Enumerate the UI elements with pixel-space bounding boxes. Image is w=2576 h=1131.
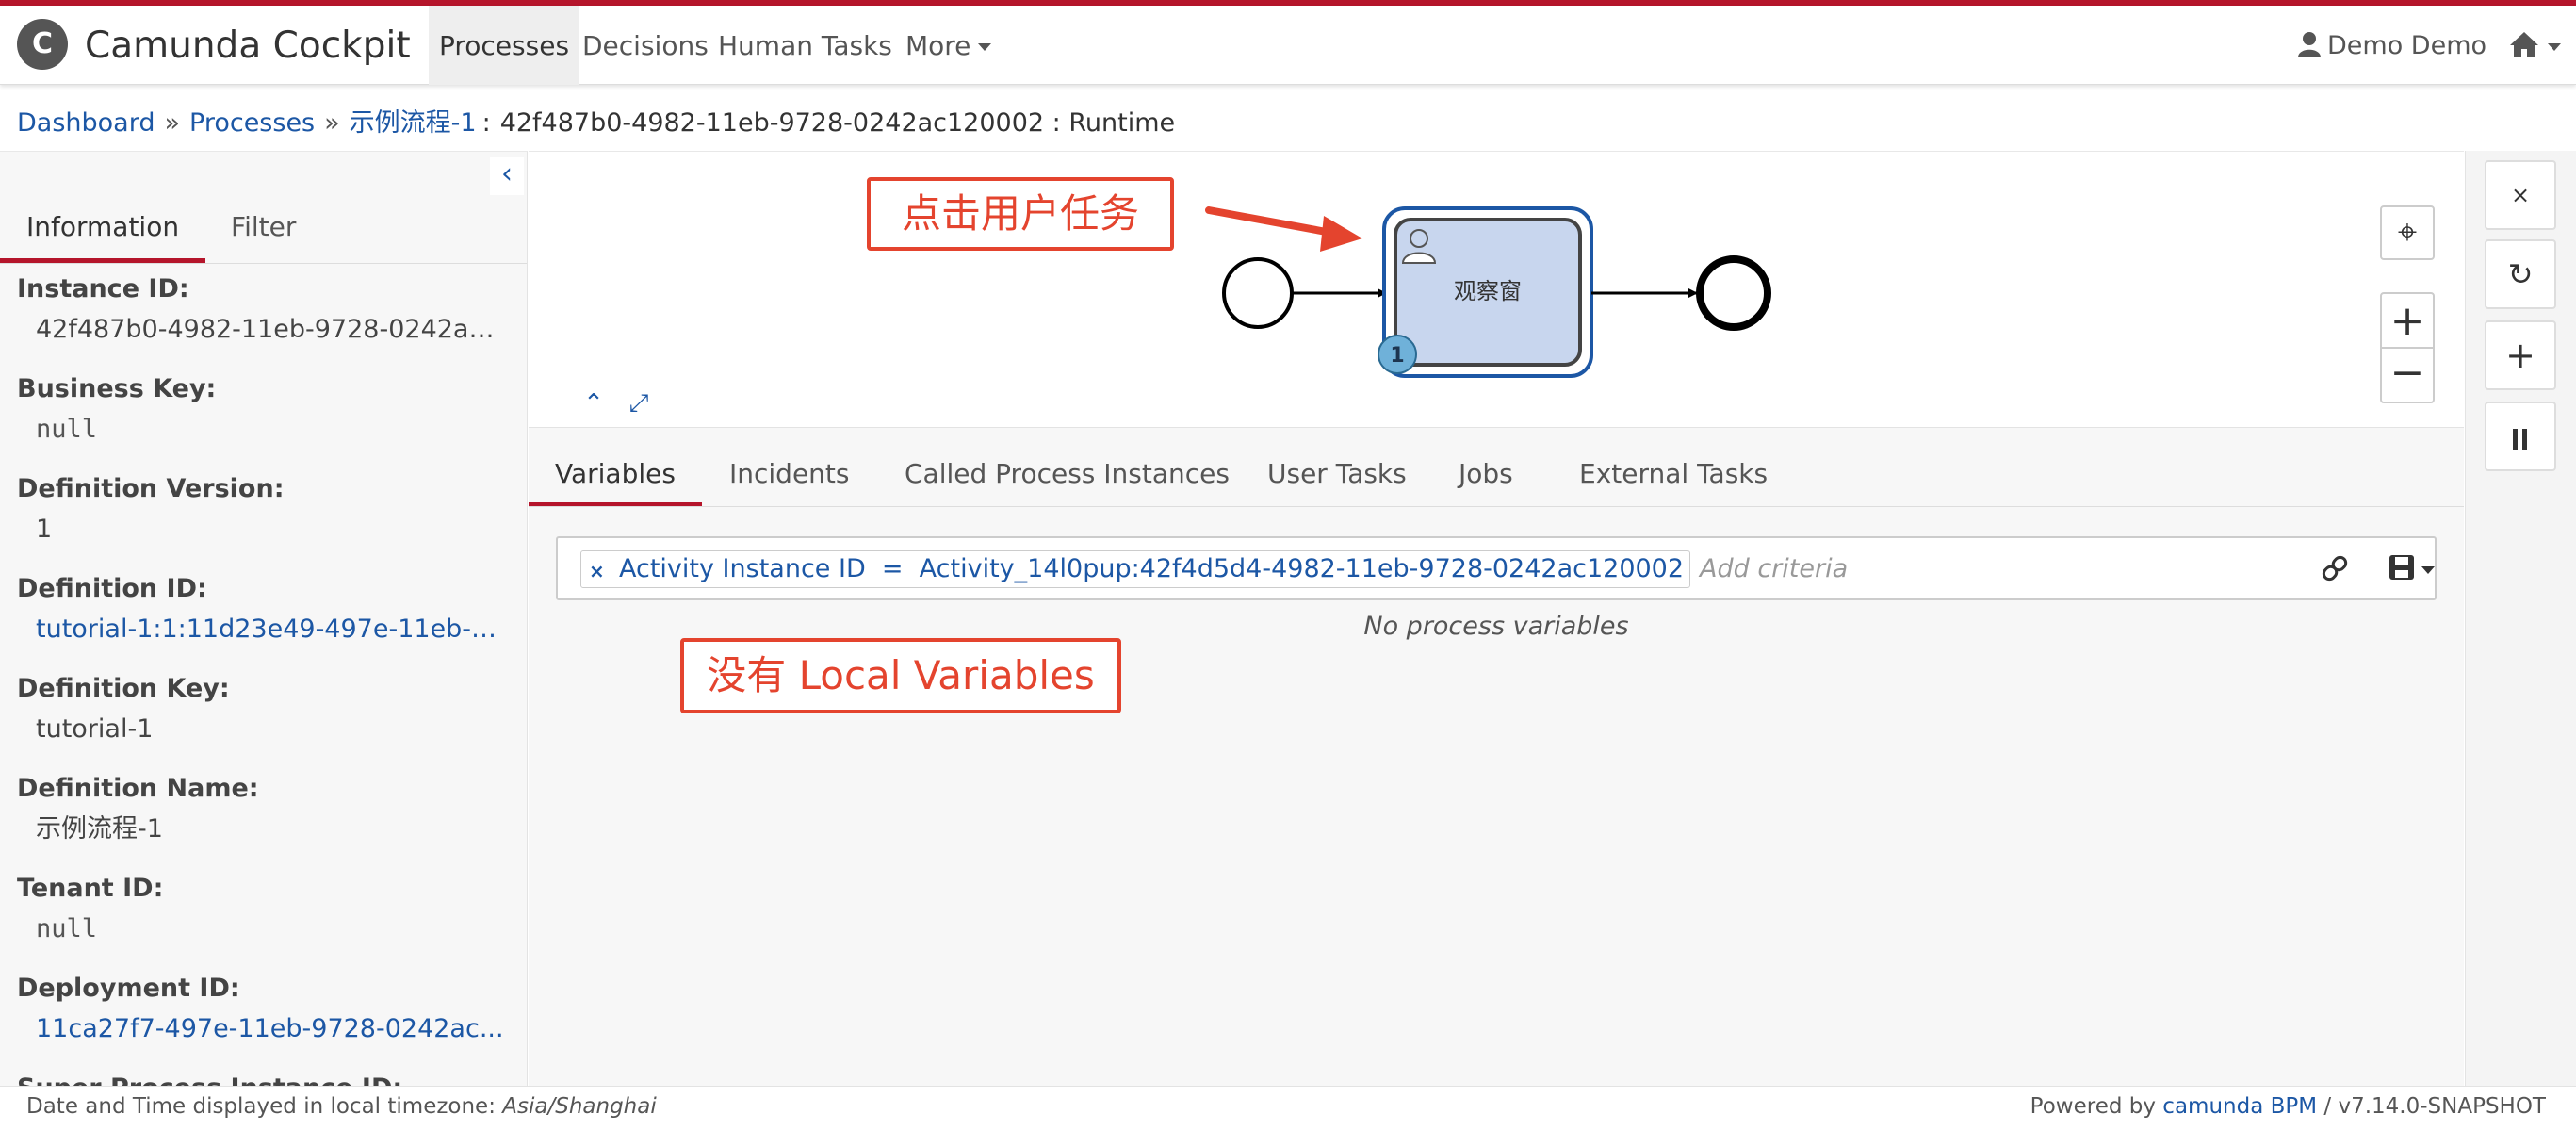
bpmn-canvas: 观察窗 1: [1205, 206, 1771, 378]
plus-icon: +: [2505, 335, 2535, 376]
definition-id-label: Definition ID:: [17, 574, 207, 603]
deployment-id-link[interactable]: 11ca27f7-497e-11eb-9728-0242ac...: [17, 1008, 507, 1055]
definition-name-value: 示例流程-1: [36, 814, 163, 844]
user-task[interactable]: 观察窗 1: [1378, 206, 1593, 378]
restart-button[interactable]: ↻: [2485, 239, 2556, 309]
deployment-id-label: Deployment ID:: [17, 974, 240, 1003]
detail-tabs-panel: Variables Incidents Called Process Insta…: [529, 427, 2464, 1086]
fullscreen-icon[interactable]: ⤢: [622, 386, 656, 420]
definition-version-value: 1: [36, 515, 53, 544]
empty-state-text: No process variables: [1363, 612, 1629, 641]
definition-key-label: Definition Key:: [17, 674, 230, 703]
save-icon[interactable]: [2388, 551, 2438, 585]
breadcrumb-processes[interactable]: Processes: [189, 108, 315, 138]
instance-id-value: 42f487b0-4982-11eb-9728-0242ac...: [36, 315, 507, 344]
timezone-prefix: Date and Time displayed in local timezon…: [26, 1094, 503, 1119]
reset-zoom-button[interactable]: ⌖: [2380, 205, 2435, 260]
collapse-sidebar-icon[interactable]: ‹: [490, 157, 524, 195]
definition-key-value: tutorial-1: [36, 714, 154, 744]
user-task-label: 观察窗: [1454, 278, 1522, 304]
bpmn-diagram[interactable]: 观察窗 1: [529, 151, 2464, 427]
home-icon: [2510, 32, 2538, 57]
definition-name-label: Definition Name:: [17, 774, 259, 803]
zoom-in-button[interactable]: +: [2382, 294, 2433, 349]
nav-processes[interactable]: Processes: [429, 6, 580, 85]
home-menu[interactable]: [2508, 6, 2561, 85]
tab-incidents[interactable]: Incidents: [729, 428, 850, 507]
user-icon: [2298, 32, 2321, 57]
link-icon[interactable]: [2318, 551, 2352, 585]
annotation-click-user-task: 点击用户任务: [867, 177, 1174, 251]
nav-decisions[interactable]: Decisions: [572, 6, 719, 85]
business-key-value: null: [36, 415, 98, 444]
super-process-instance-id-label: Super Process Instance ID:: [17, 1055, 507, 1086]
zoom-out-button[interactable]: −: [2382, 349, 2433, 402]
pause-icon: [2513, 429, 2527, 450]
instance-info-list: Instance ID: 42f487b0-4982-11eb-9728-024…: [17, 255, 507, 1086]
timezone-value: Asia/Shanghai: [502, 1094, 657, 1119]
breadcrumb-instance: 42f487b0-4982-11eb-9728-0242ac120002 : R…: [499, 108, 1176, 138]
remove-criteria-icon[interactable]: ×: [589, 553, 605, 589]
sidebar: ‹ Information Filter Instance ID: 42f487…: [0, 151, 528, 1086]
breadcrumb-dashboard[interactable]: Dashboard: [17, 108, 155, 138]
add-variable-button[interactable]: +: [2485, 320, 2556, 390]
tenant-id-value: null: [36, 914, 98, 943]
nav-more-label: More: [905, 30, 971, 61]
suspend-button[interactable]: [2485, 402, 2556, 471]
chevron-down-icon: [2548, 42, 2561, 51]
tab-information[interactable]: Information: [0, 186, 206, 263]
close-icon: ×: [2510, 182, 2531, 208]
criteria-text[interactable]: Activity Instance ID = Activity_14l0pup:…: [619, 554, 1684, 583]
definition-id-link[interactable]: tutorial-1:1:11d23e49-497e-11eb-9...: [17, 608, 507, 655]
powered-by-label: Powered by: [2030, 1094, 2163, 1119]
tab-divider: [529, 506, 2464, 507]
user-menu[interactable]: Demo Demo: [2297, 6, 2486, 85]
add-criteria-input[interactable]: Add criteria: [1700, 550, 1848, 588]
refresh-icon: ↻: [2507, 256, 2534, 292]
chevron-up-icon[interactable]: ⌃: [577, 386, 611, 420]
annotation-no-local-variables: 没有 Local Variables: [680, 638, 1121, 713]
breadcrumb-process-definition[interactable]: 示例流程-1: [350, 108, 477, 138]
instance-count-value: 1: [1390, 344, 1404, 368]
cancel-instance-button[interactable]: ×: [2485, 160, 2556, 230]
user-name: Demo Demo: [2327, 31, 2487, 60]
breadcrumb-colon: :: [481, 108, 491, 138]
breadcrumb-separator: »: [324, 108, 340, 138]
tab-external-tasks[interactable]: External Tasks: [1579, 428, 1768, 507]
tab-called-process-instances[interactable]: Called Process Instances: [905, 428, 1230, 507]
tab-filter[interactable]: Filter: [231, 186, 296, 263]
search-criteria-pill[interactable]: × Activity Instance ID = Activity_14l0pu…: [580, 550, 1691, 589]
nav-human-tasks[interactable]: Human Tasks: [708, 6, 903, 85]
definition-version-label: Definition Version:: [17, 474, 285, 503]
tab-jobs[interactable]: Jobs: [1459, 428, 1513, 507]
variable-search-box[interactable]: × Activity Instance ID = Activity_14l0pu…: [556, 536, 2437, 600]
crosshair-icon: ⌖: [2397, 213, 2418, 252]
tenant-id-label: Tenant ID:: [17, 874, 164, 903]
zoom-controls: + −: [2380, 292, 2435, 403]
tab-variables[interactable]: Variables: [529, 428, 702, 507]
footer: Date and Time displayed in local timezon…: [0, 1086, 2576, 1131]
navbar: C Camunda Cockpit Processes Decisions Hu…: [0, 6, 2576, 85]
instance-id-label: Instance ID:: [17, 274, 189, 303]
version-text: / v7.14.0-SNAPSHOT: [2317, 1094, 2546, 1119]
camunda-logo[interactable]: C: [17, 19, 68, 70]
chevron-down-icon: [978, 43, 992, 51]
start-event[interactable]: [1222, 257, 1294, 329]
nav-more[interactable]: More: [895, 6, 1002, 85]
breadcrumb-separator: »: [164, 108, 181, 138]
tab-user-tasks[interactable]: User Tasks: [1267, 428, 1407, 507]
brand-name[interactable]: Camunda Cockpit: [85, 25, 411, 67]
breadcrumb: Dashboard » Processes » 示例流程-1:42f487b0-4982…: [17, 102, 1175, 139]
business-key-label: Business Key:: [17, 374, 217, 403]
timezone-note: Date and Time displayed in local timezon…: [26, 1094, 657, 1119]
camunda-bpm-link[interactable]: camunda BPM: [2162, 1094, 2317, 1119]
action-sidebar: × ↻ +: [2465, 151, 2576, 1086]
powered-by: Powered by camunda BPM / v7.14.0-SNAPSHO…: [2030, 1094, 2546, 1119]
end-event[interactable]: [1696, 255, 1771, 331]
annotation-arrow: [1205, 206, 1362, 252]
